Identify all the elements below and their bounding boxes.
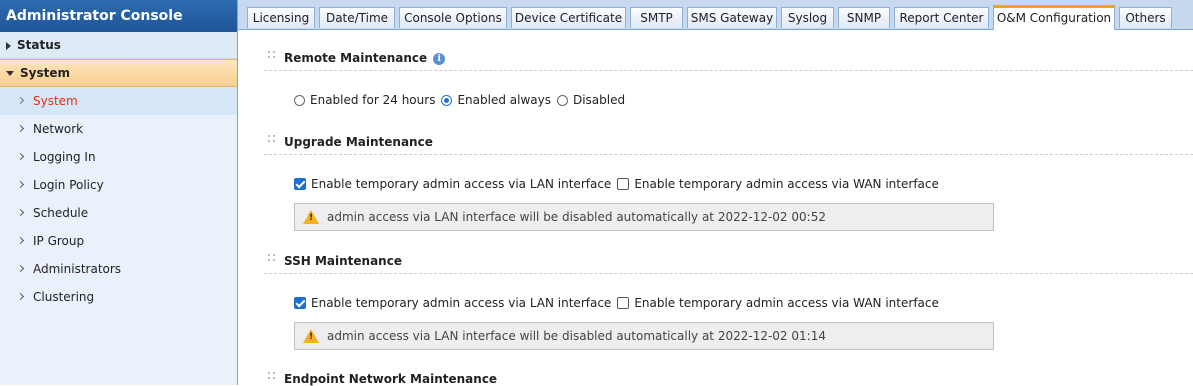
sidebar-item-administrators[interactable]: Administrators xyxy=(0,255,237,283)
tab-report-center[interactable]: Report Center xyxy=(894,7,989,28)
section-title-text: Remote Maintenance xyxy=(284,51,428,65)
notice-text: admin access via LAN interface will be d… xyxy=(327,329,826,343)
ssh-lan-checkbox[interactable] xyxy=(294,297,306,309)
radio-label: Enabled always xyxy=(457,93,551,107)
checkbox-label: Enable temporary admin access via LAN in… xyxy=(311,177,612,191)
radio-label: Enabled for 24 hours xyxy=(310,93,436,107)
chevron-right-icon xyxy=(16,124,25,133)
sidebar-section-label: Status xyxy=(17,38,61,52)
radio-enabled-24h[interactable] xyxy=(294,94,305,106)
tab-om-configuration[interactable]: O&M Configuration xyxy=(993,5,1115,30)
sidebar-item-label: Administrators xyxy=(33,262,122,276)
notice-text: admin access via LAN interface will be d… xyxy=(327,210,826,224)
radio-label: Disabled xyxy=(572,93,626,107)
sidebar-item-network[interactable]: Network xyxy=(0,115,237,143)
sidebar-item-clustering[interactable]: Clustering xyxy=(0,283,237,311)
section-divider xyxy=(264,154,1193,155)
section-divider xyxy=(264,273,1193,274)
remote-options: Enabled for 24 hours Enabled always Disa… xyxy=(294,93,631,107)
section-title-remote: Remote Maintenance i xyxy=(284,51,446,65)
section-divider xyxy=(264,70,1193,71)
sidebar-item-label: System xyxy=(33,94,78,108)
warning-icon xyxy=(303,210,319,224)
sidebar-section-label: System xyxy=(20,66,70,80)
drag-grip-icon xyxy=(268,372,276,380)
drag-grip-icon xyxy=(268,51,276,59)
section-title-endpoint: Endpoint Network Maintenance xyxy=(284,372,498,386)
radio-disabled[interactable] xyxy=(556,94,568,106)
tab-syslog[interactable]: Syslog xyxy=(781,7,834,28)
sidebar-item-label: Clustering xyxy=(33,290,95,304)
collapse-arrow-icon xyxy=(6,71,14,76)
ssh-notice: admin access via LAN interface will be d… xyxy=(294,322,994,350)
sidebar-section-system[interactable]: System xyxy=(0,59,237,87)
tab-sms-gateway[interactable]: SMS Gateway xyxy=(687,7,777,28)
ssh-options: Enable temporary admin access via LAN in… xyxy=(294,296,945,310)
main-content: Remote Maintenance i Enabled for 24 hours… xyxy=(238,30,1193,386)
tab-smtp[interactable]: SMTP xyxy=(630,7,683,28)
checkbox-label: Enable temporary admin access via LAN in… xyxy=(311,296,612,310)
upgrade-wan-checkbox[interactable] xyxy=(617,178,630,190)
sidebar-item-system[interactable]: System xyxy=(0,87,237,115)
sidebar-item-label: IP Group xyxy=(33,234,85,248)
checkbox-label: Enable temporary admin access via WAN in… xyxy=(634,296,939,310)
tab-snmp[interactable]: SNMP xyxy=(838,7,890,28)
chevron-right-icon xyxy=(16,180,25,189)
section-title-upgrade: Upgrade Maintenance xyxy=(284,135,433,149)
sidebar: Administrator Console Status System Syst… xyxy=(0,0,238,385)
tab-device-certificate[interactable]: Device Certificate xyxy=(511,7,626,28)
upgrade-options: Enable temporary admin access via LAN in… xyxy=(294,177,945,191)
sidebar-item-ip-group[interactable]: IP Group xyxy=(0,227,237,255)
drag-grip-icon xyxy=(268,254,276,262)
drag-grip-icon xyxy=(268,135,276,143)
sidebar-item-label: Login Policy xyxy=(33,178,104,192)
ssh-wan-checkbox[interactable] xyxy=(617,297,630,309)
sidebar-item-label: Logging In xyxy=(33,150,96,164)
sidebar-item-logging-in[interactable]: Logging In xyxy=(0,143,237,171)
upgrade-lan-checkbox[interactable] xyxy=(294,178,306,190)
tab-date-time[interactable]: Date/Time xyxy=(319,7,395,28)
sidebar-item-schedule[interactable]: Schedule xyxy=(0,199,237,227)
chevron-right-icon xyxy=(16,292,25,301)
upgrade-notice: admin access via LAN interface will be d… xyxy=(294,203,994,231)
radio-enabled-always[interactable] xyxy=(441,94,453,106)
sidebar-section-status[interactable]: Status xyxy=(0,32,237,59)
info-icon[interactable]: i xyxy=(433,52,446,65)
chevron-right-icon xyxy=(16,264,25,273)
chevron-right-icon xyxy=(16,208,25,217)
sidebar-item-label: Schedule xyxy=(33,206,89,220)
warning-icon xyxy=(303,329,319,343)
chevron-right-icon xyxy=(16,152,25,161)
section-title-ssh: SSH Maintenance xyxy=(284,254,402,268)
tab-bar: Licensing Date/Time Console Options Devi… xyxy=(238,0,1193,30)
console-title: Administrator Console xyxy=(0,0,237,32)
tab-licensing[interactable]: Licensing xyxy=(247,7,315,28)
sidebar-item-login-policy[interactable]: Login Policy xyxy=(0,171,237,199)
chevron-right-icon xyxy=(16,96,25,105)
sidebar-item-label: Network xyxy=(33,122,84,136)
checkbox-label: Enable temporary admin access via WAN in… xyxy=(634,177,939,191)
chevron-right-icon xyxy=(16,236,25,245)
tab-console-options[interactable]: Console Options xyxy=(399,7,507,28)
expand-arrow-icon xyxy=(6,41,11,50)
tab-others[interactable]: Others xyxy=(1119,7,1172,28)
